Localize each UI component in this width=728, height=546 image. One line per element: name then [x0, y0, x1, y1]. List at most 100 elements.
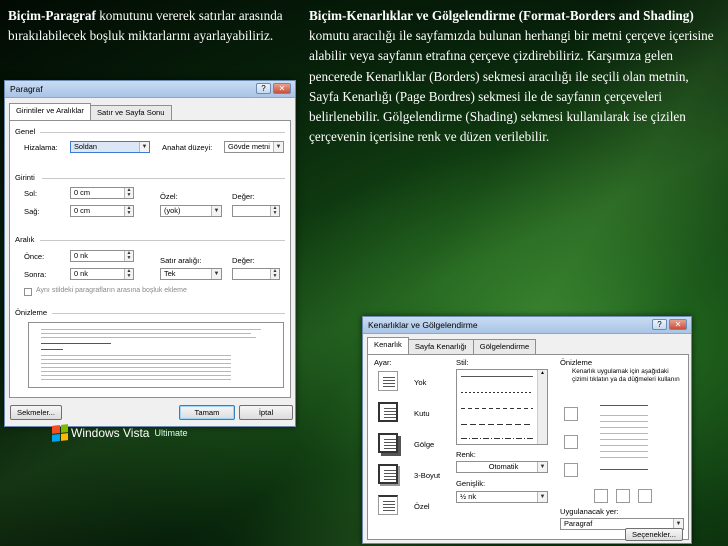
setting-kutu-label: Kutu	[414, 409, 430, 418]
deger-label: Değer:	[232, 192, 255, 201]
spinner-icon[interactable]: ▲ ▼	[270, 269, 279, 279]
hizalama-select[interactable]: Soldan ▼	[70, 141, 150, 153]
setting-ozel-button[interactable]	[378, 495, 398, 515]
stil-label: Stil:	[456, 358, 469, 367]
spinner-icon[interactable]: ▲ ▼	[124, 188, 133, 198]
preview-line	[41, 329, 261, 330]
left-description-bold: Biçim-Paragraf	[8, 8, 96, 23]
preview-line	[41, 371, 231, 372]
close-icon[interactable]: ✕	[669, 319, 687, 330]
genislik-select[interactable]: ½ nk ▼	[456, 491, 548, 503]
satir-aralik-label: Satır aralığı:	[160, 256, 202, 265]
genel-divider	[40, 132, 285, 133]
genel-label: Genel	[15, 127, 36, 136]
vista-edition: Ultimate	[154, 428, 188, 438]
deger2-label: Değer:	[232, 256, 255, 265]
left-border-button[interactable]	[594, 489, 608, 503]
right-description-rest: komutu aracılığı ile sayfamızda bulunan …	[309, 28, 714, 145]
style-line[interactable]	[461, 424, 533, 425]
aralik-label: Aralık	[15, 235, 35, 244]
ozel-value: (yok)	[164, 206, 181, 215]
preview-line	[41, 349, 63, 350]
hizalama-label: Hizalama:	[24, 143, 58, 152]
windows-flag-icon	[52, 424, 68, 442]
ozel-label: Özel:	[160, 192, 178, 201]
chevron-down-icon: ▼	[211, 206, 221, 216]
middle-border-button[interactable]	[564, 435, 578, 449]
windows-vista-logo: Windows Vista Ultimate	[52, 424, 188, 442]
tab-kenarlik[interactable]: Kenarlık	[367, 337, 409, 354]
iptal-button[interactable]: İptal	[239, 405, 293, 420]
right-description-bold: Biçim-Kenarlıklar ve Gölgelendirme (Form…	[309, 8, 694, 23]
right-description: Biçim-Kenarlıklar ve Gölgelendirme (Form…	[309, 6, 721, 147]
ayni-stil-checkbox[interactable]	[24, 288, 32, 296]
hizalama-value: Soldan	[74, 142, 98, 151]
stil-list[interactable]: ▲	[456, 369, 548, 445]
ozel-select[interactable]: (yok) ▼	[160, 205, 222, 217]
setting-golge-button[interactable]	[378, 433, 398, 453]
uygulanacak-label: Uygulanacak yer:	[560, 507, 619, 516]
once-input[interactable]: 0 nk ▲ ▼	[70, 250, 134, 262]
preview-line	[41, 355, 231, 356]
setting-3boyut-button[interactable]	[378, 464, 398, 484]
style-line[interactable]	[461, 376, 533, 377]
tab-golgelendirme[interactable]: Gölgelendirme	[472, 339, 537, 354]
genislik-value: ½ nk	[460, 492, 477, 501]
border-preview[interactable]	[590, 393, 658, 483]
paragraf-title: Paragraf	[10, 84, 43, 94]
spinner-icon[interactable]: ▲ ▼	[124, 206, 133, 216]
paragraf-preview	[28, 322, 284, 388]
preview-line	[41, 333, 251, 334]
style-line[interactable]	[461, 408, 533, 409]
bottom-border-button[interactable]	[564, 463, 578, 477]
renk-select[interactable]: Otomatik ▼	[456, 461, 548, 473]
sekmeler-button[interactable]: Sekmeler...	[10, 405, 62, 420]
once-label: Önce:	[24, 252, 45, 261]
deger2-input[interactable]: ▲ ▼	[232, 268, 280, 280]
anahat-select[interactable]: Gövde metni ▼	[224, 141, 284, 153]
tab-girintiler[interactable]: Girintiler ve Aralıklar	[9, 103, 91, 120]
once-value: 0 nk	[74, 251, 88, 260]
sol-input[interactable]: 0 cm ▲ ▼	[70, 187, 134, 199]
spinner-icon[interactable]: ▲ ▼	[124, 251, 133, 261]
sol-value: 0 cm	[74, 188, 91, 197]
setting-yok-button[interactable]	[378, 371, 398, 391]
close-icon[interactable]: ✕	[273, 83, 291, 94]
top-border-button[interactable]	[564, 407, 578, 421]
style-line[interactable]	[461, 392, 533, 393]
sonra-value: 0 nk	[74, 269, 88, 278]
girinti-divider	[42, 178, 285, 179]
spinner-icon[interactable]: ▲ ▼	[270, 206, 279, 216]
secenekler-button[interactable]: Seçenekler...	[625, 528, 683, 541]
help-button[interactable]: ?	[652, 319, 667, 330]
sag-input[interactable]: 0 cm ▲ ▼	[70, 205, 134, 217]
preview-line	[41, 363, 231, 364]
deger-input[interactable]: ▲ ▼	[232, 205, 280, 217]
aralik-divider	[40, 240, 285, 241]
setting-kutu-button[interactable]	[378, 402, 398, 422]
uygulanacak-value: Paragraf	[564, 519, 593, 528]
left-description: Biçim-Paragraf komutunu vererek satırlar…	[8, 6, 288, 46]
sonra-input[interactable]: 0 nk ▲ ▼	[70, 268, 134, 280]
tamam-button[interactable]: Tamam	[179, 405, 235, 420]
tab-satir-sayfa-sonu[interactable]: Satır ve Sayfa Sonu	[89, 105, 172, 120]
style-line[interactable]	[461, 438, 533, 439]
sol-label: Sol:	[24, 189, 38, 198]
center-border-button[interactable]	[616, 489, 630, 503]
kenarlik-dialog: Kenarlıklar ve Gölgelendirme ? ✕ Kenarlı…	[362, 316, 692, 544]
help-button[interactable]: ?	[256, 83, 271, 94]
stil-scrollbar[interactable]: ▲	[537, 370, 547, 444]
preview-line	[41, 337, 256, 338]
kenarlik-onizleme-label: Önizleme	[560, 358, 593, 367]
ayni-stil-label: Aynı stildeki paragrafların arasına boşl…	[36, 287, 187, 294]
setting-3boyut-label: 3-Boyut	[414, 471, 441, 480]
satir-aralik-select[interactable]: Tek ▼	[160, 268, 222, 280]
spinner-icon[interactable]: ▲ ▼	[124, 269, 133, 279]
renk-label: Renk:	[456, 450, 476, 459]
paragraf-titlebar: Paragraf ? ✕	[5, 81, 295, 98]
renk-value: Otomatik	[488, 462, 519, 471]
right-border-button[interactable]	[638, 489, 652, 503]
tab-sayfa-kenarligi[interactable]: Sayfa Kenarlığı	[407, 339, 474, 354]
anahat-value: Gövde metni	[228, 142, 270, 151]
preview-line	[41, 375, 231, 376]
